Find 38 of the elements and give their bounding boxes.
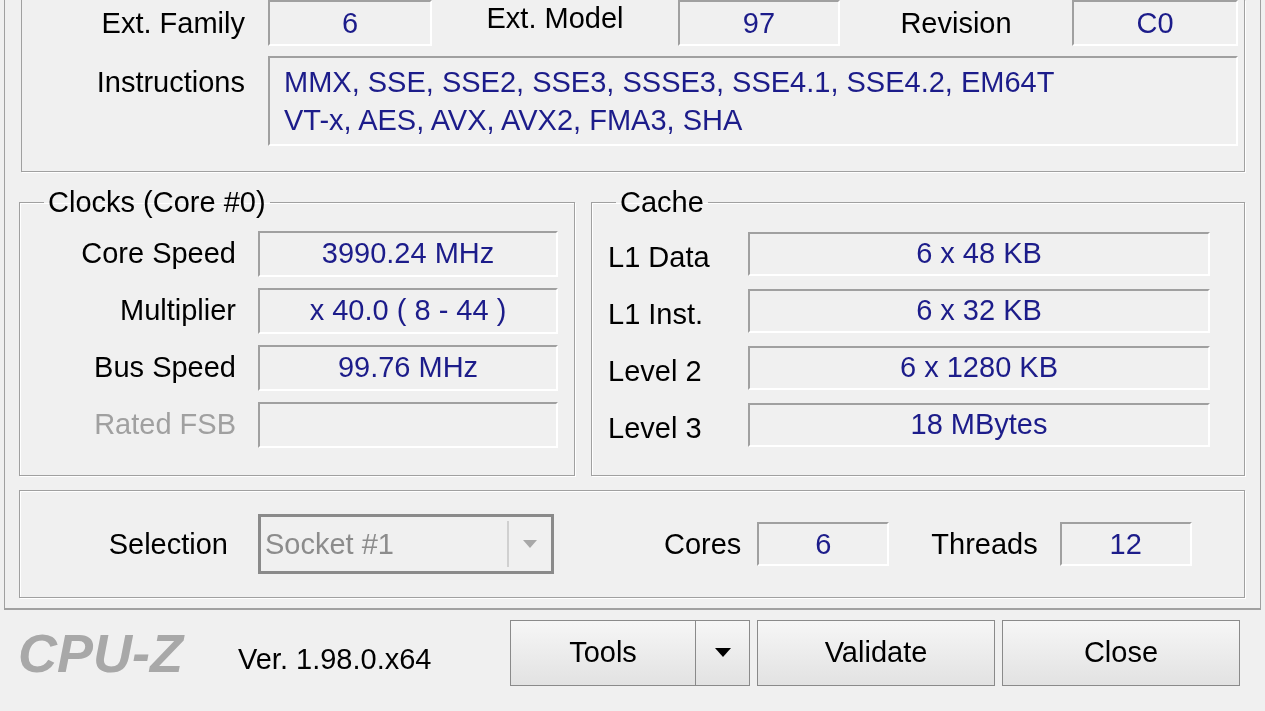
field-label: Ext. Family	[100, 6, 245, 40]
tools-button[interactable]: Tools	[510, 619, 750, 686]
field-label: Multiplier	[118, 294, 236, 327]
field-label: Ext. Model	[485, 2, 625, 35]
value-field: 6	[268, 0, 432, 46]
group-title: Clocks (Core #0)	[47, 186, 267, 219]
value-field: 99.76 MHz	[258, 344, 558, 391]
field-label: Threads	[931, 527, 1038, 561]
footer-button[interactable]: Validate	[757, 619, 995, 686]
value-field: x 40.0 ( 8 - 44 )	[258, 287, 558, 334]
value-field: 6	[757, 522, 890, 566]
value-field: 6 x 48 KB	[748, 231, 1210, 276]
field-label: Rated FSB	[93, 408, 236, 441]
value-field: 6 x 32 KB	[748, 288, 1210, 333]
field-label: Revision	[899, 6, 1013, 40]
field-label: Level 3	[608, 412, 703, 445]
field-label: L1 Inst.	[608, 298, 705, 331]
value-field: C0	[1072, 0, 1238, 46]
field-label: Cores	[664, 527, 742, 561]
caret-icon	[714, 648, 731, 657]
value-field: 12	[1059, 522, 1192, 566]
value-field: 6 x 1280 KB	[748, 345, 1210, 390]
instructions-line: MMX, SSE, SSE2, SSE3, SSSE3, SSE4.1, SSE4.2, EM64T	[284, 65, 1055, 100]
field-label: Selection	[107, 527, 228, 561]
dropdown-arrow-icon	[523, 540, 537, 548]
instructions-line: VT-x, AES, AVX, AVX2, FMA3, SHA	[284, 103, 743, 138]
field-label: Core Speed	[80, 237, 236, 270]
group-title: Cache	[619, 186, 705, 219]
field-label: L1 Data	[608, 241, 711, 274]
value-field: 18 MBytes	[748, 402, 1210, 447]
field-label: Bus Speed	[93, 351, 236, 384]
field-label: Instructions	[95, 66, 245, 99]
footer-button[interactable]: Close	[1002, 619, 1240, 686]
version-text: Ver. 1.98.0.x64	[238, 643, 433, 676]
field-label: Level 2	[608, 355, 703, 388]
value-field: 3990.24 MHz	[258, 230, 558, 277]
app-logo: CPU-Z	[18, 621, 186, 684]
value-field: 97	[678, 0, 840, 46]
